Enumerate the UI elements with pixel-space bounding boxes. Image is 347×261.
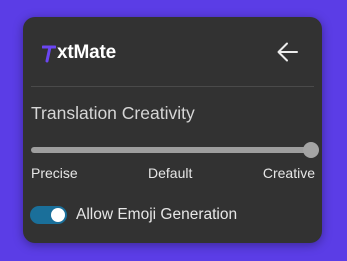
- logo-text: xtMate: [57, 42, 116, 63]
- emoji-toggle[interactable]: [30, 206, 67, 224]
- toggle-knob: [51, 208, 65, 222]
- arrow-left-icon: [277, 42, 298, 62]
- slider-track: [31, 147, 309, 153]
- label-default: Default: [148, 165, 193, 181]
- logo-mark-icon: [41, 43, 57, 63]
- creativity-slider[interactable]: [31, 142, 319, 158]
- slider-thumb[interactable]: [303, 142, 319, 158]
- slider-labels: Precise Default Creative: [31, 164, 315, 182]
- label-precise: Precise: [31, 165, 78, 181]
- emoji-toggle-row: Allow Emoji Generation: [30, 204, 237, 226]
- label-creative: Creative: [262, 165, 315, 181]
- header-divider: [31, 86, 314, 87]
- app-logo: xtMate: [41, 41, 116, 65]
- emoji-toggle-label: Allow Emoji Generation: [76, 206, 238, 223]
- settings-panel: xtMate Translation Creativity Precise De…: [23, 17, 322, 243]
- panel-header: xtMate: [23, 17, 322, 87]
- back-button[interactable]: [276, 40, 300, 64]
- creativity-title: Translation Creativity: [31, 103, 195, 123]
